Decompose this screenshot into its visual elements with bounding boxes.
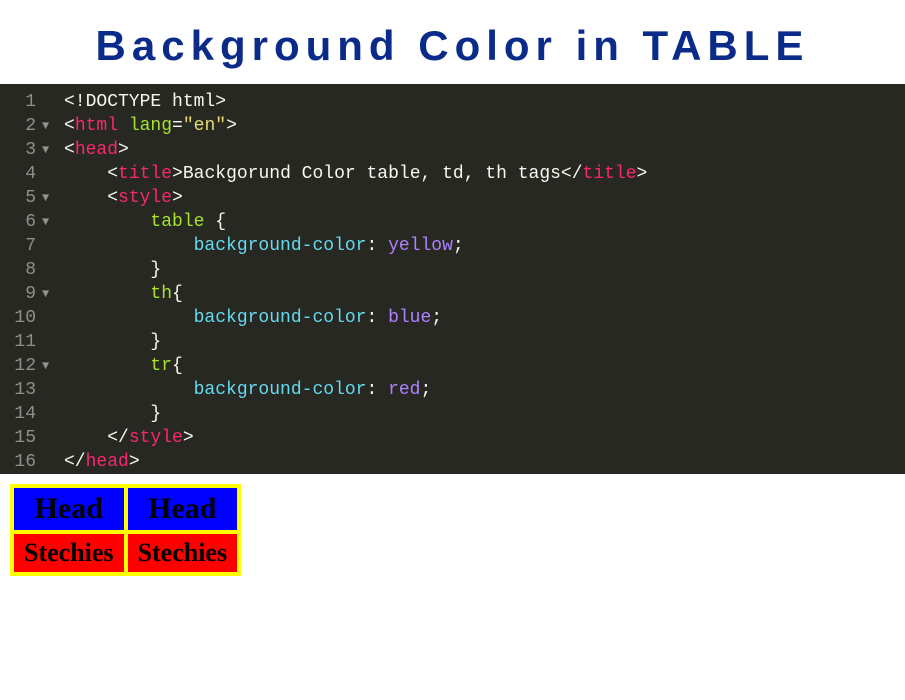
code-line: 7 background-color: yellow;	[0, 234, 905, 258]
fold-toggle-icon[interactable]: ▼	[42, 286, 64, 302]
fold-toggle-icon[interactable]: ▼	[42, 190, 64, 206]
line-number: 4	[0, 162, 42, 186]
line-number: 15	[0, 426, 42, 450]
line-number: 11	[0, 330, 42, 354]
code-content: th{	[64, 282, 905, 306]
code-content: background-color: blue;	[64, 306, 905, 330]
line-number: 1	[0, 90, 42, 114]
code-line: 10 background-color: blue;	[0, 306, 905, 330]
code-line: 9▼ th{	[0, 282, 905, 306]
code-content: }	[64, 402, 905, 426]
result-area: Head Head Stechies Stechies	[0, 474, 905, 586]
code-content: </head>	[64, 450, 905, 474]
code-line: 4 <title>Backgorund Color table, td, th …	[0, 162, 905, 186]
code-content: background-color: yellow;	[64, 234, 905, 258]
table-header-cell: Head	[12, 486, 126, 532]
code-line: 6▼ table {	[0, 210, 905, 234]
code-line: 13 background-color: red;	[0, 378, 905, 402]
code-content: <!DOCTYPE html>	[64, 90, 905, 114]
code-line: 1 <!DOCTYPE html>	[0, 90, 905, 114]
code-line: 16 </head>	[0, 450, 905, 474]
code-content: <style>	[64, 186, 905, 210]
code-content: tr{	[64, 354, 905, 378]
code-content: <title>Backgorund Color table, td, th ta…	[64, 162, 905, 186]
code-editor: 1<!DOCTYPE html>2▼<html lang="en">3▼<hea…	[0, 84, 905, 474]
page-title: Background Color in TABLE	[0, 0, 905, 84]
line-number: 8	[0, 258, 42, 282]
code-line: 5▼ <style>	[0, 186, 905, 210]
table-header-cell: Head	[126, 486, 240, 532]
table-cell: Stechies	[12, 532, 126, 574]
code-line: 14 }	[0, 402, 905, 426]
code-line: 12▼ tr{	[0, 354, 905, 378]
code-line: 11 }	[0, 330, 905, 354]
code-content: }	[64, 330, 905, 354]
code-line: 15 </style>	[0, 426, 905, 450]
code-content: </style>	[64, 426, 905, 450]
fold-toggle-icon[interactable]: ▼	[42, 142, 64, 158]
line-number: 6	[0, 210, 42, 234]
code-line: 8 }	[0, 258, 905, 282]
code-line: 3▼<head>	[0, 138, 905, 162]
line-number: 7	[0, 234, 42, 258]
fold-toggle-icon[interactable]: ▼	[42, 214, 64, 230]
code-line: 2▼<html lang="en">	[0, 114, 905, 138]
fold-toggle-icon[interactable]: ▼	[42, 358, 64, 374]
line-number: 2	[0, 114, 42, 138]
fold-toggle-icon[interactable]: ▼	[42, 118, 64, 134]
code-content: <html lang="en">	[64, 114, 905, 138]
table-header-row: Head Head	[12, 486, 239, 532]
code-content: table {	[64, 210, 905, 234]
line-number: 16	[0, 450, 42, 474]
line-number: 9	[0, 282, 42, 306]
line-number: 14	[0, 402, 42, 426]
code-content: <head>	[64, 138, 905, 162]
code-content: }	[64, 258, 905, 282]
table-cell: Stechies	[126, 532, 240, 574]
line-number: 10	[0, 306, 42, 330]
line-number: 13	[0, 378, 42, 402]
line-number: 12	[0, 354, 42, 378]
line-number: 5	[0, 186, 42, 210]
line-number: 3	[0, 138, 42, 162]
demo-table: Head Head Stechies Stechies	[10, 484, 241, 576]
code-content: background-color: red;	[64, 378, 905, 402]
table-row: Stechies Stechies	[12, 532, 239, 574]
